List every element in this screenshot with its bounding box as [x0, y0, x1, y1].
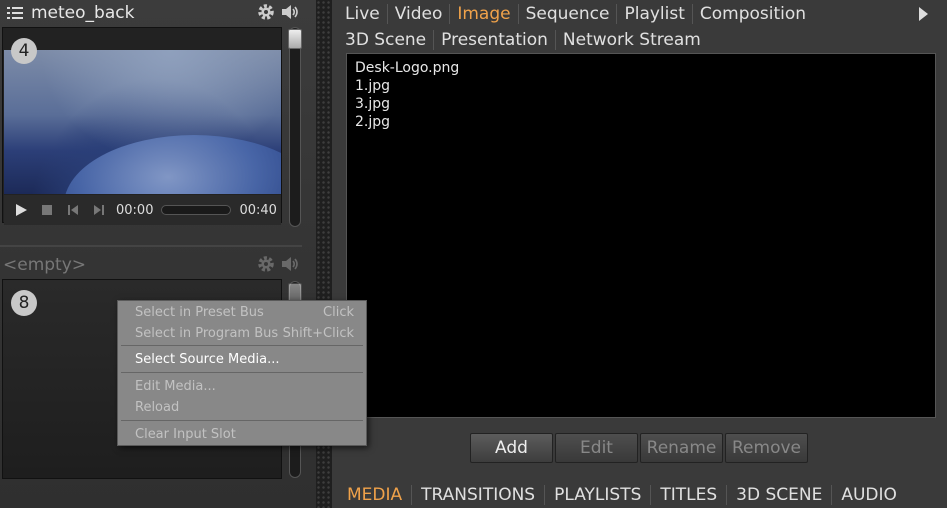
slot-divider — [0, 245, 302, 247]
slot-2-header-icons — [256, 254, 300, 278]
menu-item-label: Select Source Media... — [135, 351, 280, 367]
menu-item-label: Reload — [135, 399, 180, 415]
tab-playlists[interactable]: PLAYLISTS — [545, 485, 652, 505]
tab-sequence[interactable]: Sequence — [519, 4, 618, 24]
menu-item-shortcut: Shift+Click — [282, 325, 354, 341]
skip-forward-icon[interactable] — [90, 201, 108, 219]
slot-1-volume-slider[interactable] — [288, 27, 302, 227]
tab-network-stream[interactable]: Network Stream — [556, 30, 708, 50]
menu-separator — [121, 345, 363, 346]
tab-playlist[interactable]: Playlist — [617, 4, 693, 24]
gear-icon[interactable] — [256, 254, 276, 278]
slot-1-header: meteo_back — [0, 0, 310, 26]
add-button[interactable]: Add — [470, 433, 553, 463]
menu-item-select-program-bus[interactable]: Select in Program Bus Shift+Click — [118, 323, 366, 343]
rename-button[interactable]: Rename — [640, 433, 723, 463]
context-menu: Select in Preset Bus Click Select in Pro… — [117, 300, 367, 446]
menu-item-reload[interactable]: Reload — [118, 397, 366, 417]
tab-3d-scene[interactable]: 3D Scene — [338, 30, 435, 50]
chevron-right-icon[interactable] — [917, 6, 929, 22]
menu-item-select-source-media[interactable]: Select Source Media... — [118, 349, 366, 369]
stop-icon[interactable] — [38, 201, 56, 219]
tab-composition[interactable]: Composition — [693, 4, 813, 24]
menu-separator — [121, 372, 363, 373]
list-item[interactable]: 3.jpg — [355, 95, 927, 113]
speaker-icon[interactable] — [280, 2, 300, 26]
list-item[interactable]: 2.jpg — [355, 113, 927, 131]
slot-2-title: <empty> — [3, 255, 87, 275]
tab-media[interactable]: MEDIA — [338, 485, 413, 505]
menu-item-label: Edit Media... — [135, 378, 216, 394]
slot-1-volume-knob[interactable] — [288, 29, 302, 49]
file-actions-bar: Add Edit Rename Remove — [470, 433, 808, 463]
slot-2-header: <empty> — [0, 252, 310, 278]
slot-1-title: meteo_back — [31, 3, 135, 23]
menu-item-select-preset-bus[interactable]: Select in Preset Bus Click — [118, 302, 366, 322]
video-preview[interactable] — [4, 50, 281, 194]
scrub-bar[interactable] — [161, 205, 232, 215]
slot-1-frame[interactable]: 4 00:00 00:40 — [2, 27, 282, 225]
time-current: 00:00 — [116, 202, 154, 218]
menu-item-edit-media[interactable]: Edit Media... — [118, 376, 366, 396]
menu-item-label: Clear Input Slot — [135, 426, 236, 442]
video-globe-image — [64, 135, 281, 194]
slot-1-header-icons — [256, 2, 300, 26]
media-type-tabs-row-1: Live Video Image Sequence Playlist Compo… — [338, 1, 813, 27]
tab-3d-scene-bottom[interactable]: 3D SCENE — [727, 485, 833, 505]
remove-button[interactable]: Remove — [725, 433, 808, 463]
image-file-list[interactable]: Desk-Logo.png 1.jpg 3.jpg 2.jpg — [346, 53, 936, 418]
skip-back-icon[interactable] — [64, 201, 82, 219]
tab-transitions[interactable]: TRANSITIONS — [412, 485, 546, 505]
tab-presentation[interactable]: Presentation — [434, 30, 556, 50]
media-type-tabs-row-2: 3D Scene Presentation Network Stream — [338, 27, 708, 53]
menu-item-label: Select in Program Bus — [135, 325, 279, 341]
tab-audio[interactable]: AUDIO — [832, 485, 906, 505]
speaker-icon[interactable] — [280, 254, 300, 278]
edit-button[interactable]: Edit — [555, 433, 638, 463]
play-icon[interactable] — [12, 201, 30, 219]
menu-separator — [121, 420, 363, 421]
list-item[interactable]: Desk-Logo.png — [355, 59, 927, 77]
menu-item-shortcut: Click — [323, 304, 354, 320]
tab-image[interactable]: Image — [450, 4, 519, 24]
slot-1-number: 4 — [11, 38, 37, 64]
gear-icon[interactable] — [256, 2, 276, 26]
time-total: 00:40 — [239, 202, 277, 218]
list-item[interactable]: 1.jpg — [355, 77, 927, 95]
menu-item-label: Select in Preset Bus — [135, 304, 264, 320]
bottom-section-tabs: MEDIA TRANSITIONS PLAYLISTS TITLES 3D SC… — [338, 483, 906, 507]
tab-titles[interactable]: TITLES — [651, 485, 728, 505]
tab-video[interactable]: Video — [388, 4, 451, 24]
tab-live[interactable]: Live — [338, 4, 388, 24]
list-icon[interactable] — [5, 3, 25, 23]
slot-2-number: 8 — [11, 290, 37, 316]
menu-item-clear-input-slot[interactable]: Clear Input Slot — [118, 424, 366, 444]
media-browser-panel: Live Video Image Sequence Playlist Compo… — [332, 0, 947, 508]
transport-bar: 00:00 00:40 — [4, 195, 281, 225]
